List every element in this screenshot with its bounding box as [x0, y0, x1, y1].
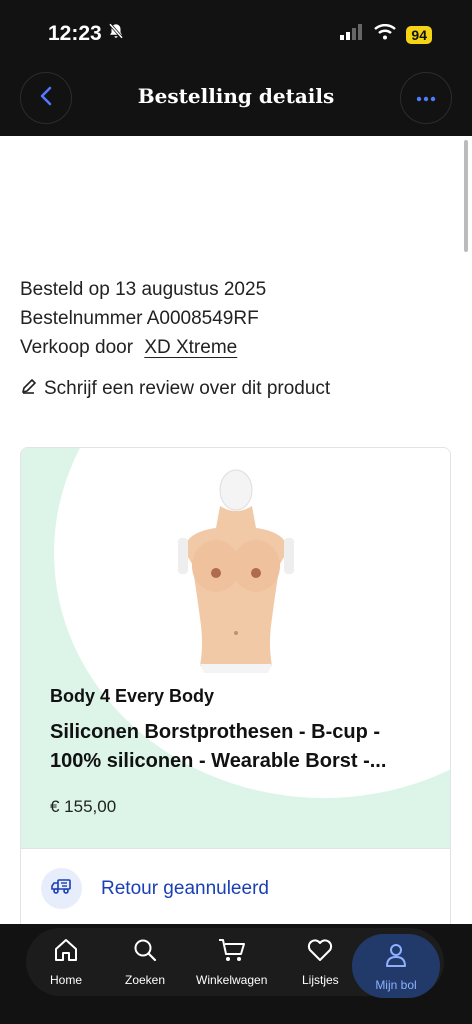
bottom-tab-bar: Home Zoeken Winkelwagen Lijstjes Mijn bo… — [0, 924, 472, 1024]
battery-indicator: 94 — [406, 25, 432, 44]
user-icon — [382, 941, 410, 972]
cart-icon — [217, 936, 247, 967]
scrollbar[interactable] — [464, 140, 468, 252]
tab-my-bol-label: Mijn bol — [375, 977, 417, 992]
tab-lists-label: Lijstjes — [302, 973, 339, 987]
order-number: Bestelnummer A0008549RF — [20, 308, 259, 329]
order-date: Besteld op 13 augustus 2025 — [20, 279, 267, 300]
return-truck-icon-wrap — [41, 868, 82, 909]
top-nav-bar: Bestelling details — [0, 66, 472, 136]
tab-cart-label: Winkelwagen — [196, 973, 268, 987]
tab-bar-pill: Home Zoeken Winkelwagen Lijstjes Mijn bo… — [26, 928, 444, 998]
return-status-label: Retour geannuleerd — [101, 877, 269, 899]
product-image[interactable] — [176, 468, 296, 678]
product-brand[interactable]: Body 4 Every Body — [50, 686, 214, 707]
product-card[interactable]: Body 4 Every Body Siliconen Borstprothes… — [20, 447, 451, 967]
more-button[interactable] — [400, 72, 452, 124]
seller-label: Verkoop door — [20, 337, 134, 358]
order-info: Besteld op 13 augustus 2025 Bestelnummer… — [20, 275, 266, 362]
tab-home[interactable]: Home — [50, 936, 82, 987]
clock: 12:23 — [48, 22, 102, 45]
heart-icon — [305, 936, 335, 967]
write-review-link[interactable]: Schrijf een review over dit product — [20, 377, 330, 401]
status-bar: 12:23 94 — [0, 0, 472, 66]
write-review-label: Schrijf een review over dit product — [44, 378, 331, 399]
tab-my-bol[interactable]: Mijn bol — [352, 934, 440, 998]
divider — [21, 848, 450, 849]
product-price: € 155,00 — [50, 797, 117, 816]
bell-muted-icon — [107, 22, 125, 46]
tab-search[interactable]: Zoeken — [125, 936, 165, 987]
pencil-icon — [20, 377, 38, 401]
status-time: 12:23 — [48, 22, 125, 46]
seller-line: Verkoop door XD Xtreme — [20, 333, 266, 362]
tab-search-label: Zoeken — [125, 973, 166, 987]
signal-icon — [340, 24, 364, 45]
product-title[interactable]: Siliconen Borstprothesen - B-cup - 100% … — [50, 718, 430, 776]
truck-icon — [50, 877, 73, 900]
tab-lists[interactable]: Lijstjes — [302, 936, 339, 987]
return-status-link[interactable]: Retour geannuleerd — [41, 868, 269, 909]
status-indicators: 94 — [340, 24, 432, 45]
wifi-icon — [374, 24, 397, 45]
tab-cart[interactable]: Winkelwagen — [196, 936, 267, 987]
more-dots-icon — [416, 89, 436, 107]
tab-home-label: Home — [50, 973, 83, 987]
search-icon — [131, 936, 159, 967]
home-icon — [52, 936, 80, 967]
seller-link[interactable]: XD Xtreme — [144, 337, 237, 358]
